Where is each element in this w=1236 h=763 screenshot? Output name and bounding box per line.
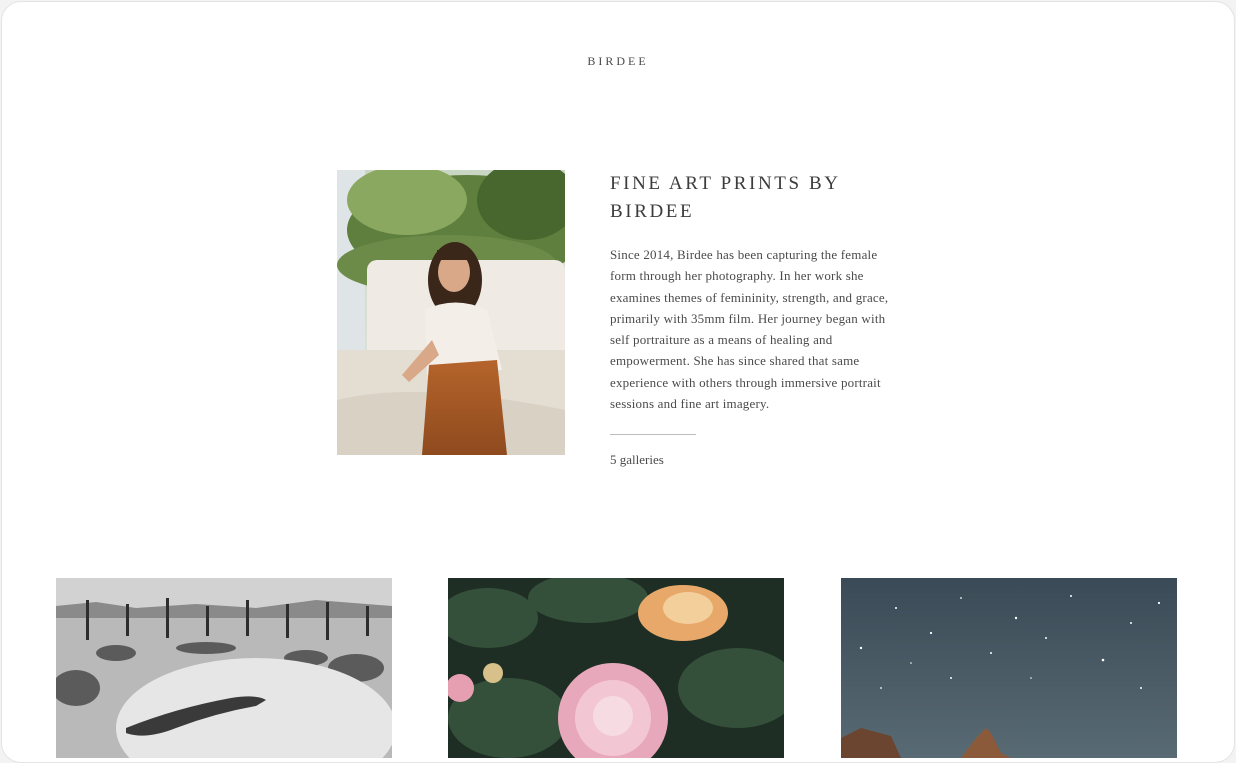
gallery-count: 5 galleries	[610, 452, 664, 468]
artist-portrait-image	[337, 170, 565, 455]
divider	[610, 434, 696, 436]
intro-section: FINE ART PRINTS BY BIRDEE Since 2014, Bi…	[610, 170, 910, 468]
page-title: FINE ART PRINTS BY BIRDEE	[610, 173, 840, 222]
gallery-card-night-sky[interactable]	[841, 578, 1177, 758]
page-frame: BIRDEE FINE ART PRINTS BY BIRDEE Since 2…	[1, 1, 1235, 763]
brand-logo[interactable]: BIRDEE	[2, 54, 1234, 69]
artist-bio: Since 2014, Birdee has been capturing th…	[610, 247, 889, 412]
gallery-card-peonies[interactable]	[448, 578, 784, 758]
gallery-card-desert[interactable]	[56, 578, 392, 758]
